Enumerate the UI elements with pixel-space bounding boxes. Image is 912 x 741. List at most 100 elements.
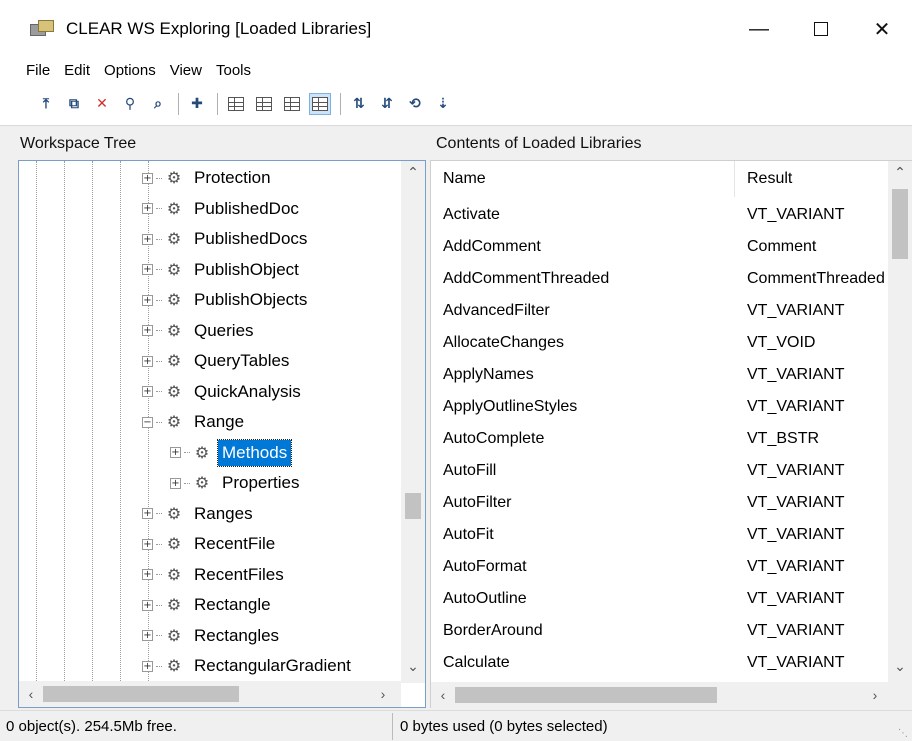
expand-icon[interactable]: + [142, 172, 153, 184]
tree-item-label[interactable]: Rectangles [190, 623, 283, 649]
scroll-right-icon[interactable]: › [863, 682, 887, 708]
column-header-name[interactable]: Name [431, 161, 735, 197]
scroll-up-icon[interactable]: ⌃ [888, 161, 912, 183]
tree-item-label[interactable]: Protection [190, 165, 275, 191]
scroll-down-icon[interactable]: ⌄ [401, 655, 425, 677]
tree-item-label[interactable]: Methods [216, 438, 293, 467]
scroll-down-icon[interactable]: ⌄ [888, 655, 912, 677]
tree-item-label[interactable]: QuickAnalysis [190, 379, 305, 405]
tree-hscroll-thumb[interactable] [43, 686, 239, 702]
tree-item[interactable]: + ⚙ Rectangle [142, 590, 275, 620]
minimize-button[interactable]: — [728, 0, 790, 58]
list-row[interactable]: AutoOutline VT_VARIANT [431, 583, 889, 615]
expand-icon[interactable]: + [142, 264, 153, 275]
sort-size-button[interactable]: ⇣ [433, 94, 453, 114]
sort-type-button[interactable]: ⇵ [377, 94, 397, 114]
maximize-button[interactable] [790, 0, 852, 58]
scroll-left-icon[interactable]: ‹ [431, 682, 455, 708]
tree-item-label[interactable]: RecentFile [190, 531, 279, 557]
list-row[interactable]: ApplyNames VT_VARIANT [431, 359, 889, 391]
tree-item-label[interactable]: PublishObject [190, 257, 303, 283]
list-row[interactable]: AutoFilter VT_VARIANT [431, 487, 889, 519]
tree-item-label[interactable]: QueryTables [190, 348, 293, 374]
up-folder-button[interactable]: ⤒ [36, 94, 56, 114]
tree-item[interactable]: + ⚙ Properties [170, 468, 303, 498]
column-header-result[interactable]: Result [735, 161, 889, 197]
tree-item[interactable]: + ⚙ PublishedDocs [142, 224, 311, 254]
expand-icon[interactable]: + [142, 508, 153, 519]
expand-icon[interactable]: + [142, 569, 153, 580]
expand-icon[interactable]: + [170, 477, 181, 489]
tree-vertical-scrollbar[interactable]: ⌃ ⌄ [401, 161, 425, 683]
list-row[interactable]: AutoFit VT_VARIANT [431, 519, 889, 551]
expand-icon[interactable]: + [142, 325, 153, 336]
tree-item-label[interactable]: Ranges [190, 501, 257, 527]
tree-item[interactable]: + ⚙ RectangularGradient [142, 651, 355, 681]
list-vertical-scrollbar[interactable]: ⌃ ⌄ [888, 161, 912, 683]
expand-icon[interactable]: + [170, 447, 181, 458]
contents-list[interactable]: Name Result ⌃ ⌄ ‹ › Activate VT_VARIANT Ad… [430, 160, 912, 708]
tree-item[interactable]: + ⚙ Rectangles [142, 621, 283, 651]
tree-item-label[interactable]: PublishedDocs [190, 226, 311, 252]
expand-icon[interactable]: + [142, 233, 153, 245]
menu-options[interactable]: Options [104, 62, 156, 79]
list-row[interactable]: BorderAround VT_VARIANT [431, 615, 889, 647]
tree-item[interactable]: + ⚙ PublishObjects [142, 285, 311, 315]
tree-item[interactable]: + ⚙ RecentFile [142, 529, 279, 559]
tree-item[interactable]: + ⚙ QueryTables [142, 346, 293, 376]
tree-item-label[interactable]: Range [190, 409, 248, 435]
list-row[interactable]: ApplyOutlineStyles VT_VARIANT [431, 391, 889, 423]
expand-icon[interactable]: + [142, 386, 153, 397]
collapse-icon[interactable]: − [142, 416, 153, 428]
search-button[interactable]: ⚲ [120, 94, 140, 114]
menu-tools[interactable]: Tools [216, 62, 251, 79]
tree-item[interactable]: + ⚙ PublishObject [142, 255, 303, 285]
list-row[interactable]: AdvancedFilter VT_VARIANT [431, 295, 889, 327]
list-row[interactable]: AutoFormat VT_VARIANT [431, 551, 889, 583]
list-row[interactable]: Calculate VT_VARIANT [431, 647, 889, 679]
tree-item[interactable]: + ⚙ PublishedDoc [142, 194, 303, 224]
list-view-button[interactable] [282, 94, 302, 114]
list-row[interactable]: AutoFill VT_VARIANT [431, 455, 889, 487]
list-row[interactable]: AutoComplete VT_BSTR [431, 423, 889, 455]
tree-horizontal-scrollbar[interactable]: ‹ › [19, 681, 401, 707]
expand-icon[interactable]: + [142, 660, 153, 672]
menu-edit[interactable]: Edit [64, 62, 90, 79]
scroll-left-icon[interactable]: ‹ [19, 681, 43, 707]
resize-grip-icon[interactable]: ⋱ [898, 728, 908, 739]
tree-item-label[interactable]: Properties [218, 470, 303, 496]
close-button[interactable]: ✕ [852, 0, 912, 58]
expand-icon[interactable]: + [142, 294, 153, 306]
list-horizontal-scrollbar[interactable]: ‹ › [431, 682, 912, 708]
expand-icon[interactable]: + [142, 538, 153, 550]
tree-item-label[interactable]: PublishObjects [190, 287, 311, 313]
new-folder-button[interactable]: ✚ [187, 94, 207, 114]
tree-item[interactable]: + ⚙ RecentFiles [142, 560, 288, 590]
details-view-button[interactable] [309, 92, 331, 115]
tree-item-label[interactable]: RectangularGradient [190, 653, 355, 679]
tree-item-label[interactable]: PublishedDoc [190, 196, 303, 222]
sort-date-button[interactable]: ⟲ [405, 94, 425, 114]
scroll-right-icon[interactable]: › [371, 681, 395, 707]
list-hscroll-thumb[interactable] [455, 687, 717, 703]
expand-icon[interactable]: + [142, 355, 153, 367]
tree-item[interactable]: + ⚙ Queries [142, 316, 258, 346]
list-row[interactable]: AddComment Comment [431, 231, 889, 263]
tree-item-label[interactable]: RecentFiles [190, 562, 288, 588]
list-row[interactable]: Activate VT_VARIANT [431, 199, 889, 231]
expand-icon[interactable]: + [142, 599, 153, 611]
smalls-view-icon-button[interactable] [254, 94, 274, 114]
list-row[interactable]: AddCommentThreaded CommentThreaded [431, 263, 889, 295]
list-row[interactable]: AllocateChanges VT_VOID [431, 327, 889, 359]
tree-item-label[interactable]: Queries [190, 318, 258, 344]
expand-icon[interactable]: + [142, 203, 153, 214]
tree-item[interactable]: + ⚙ QuickAnalysis [142, 377, 305, 407]
expand-icon[interactable]: + [142, 630, 153, 641]
copy-button[interactable]: ⧉ [64, 94, 84, 114]
workspace-tree[interactable]: ⌃ ⌄ ‹ › + ⚙ Protection + ⚙ PublishedDoc + ⚙ Publ… [18, 160, 426, 708]
tree-item[interactable]: + ⚙ Ranges [142, 499, 257, 529]
tree-item-label[interactable]: Rectangle [190, 592, 275, 618]
tree-item[interactable]: − ⚙ Range [142, 407, 248, 437]
menu-file[interactable]: File [26, 62, 50, 79]
list-scroll-thumb[interactable] [892, 189, 908, 259]
